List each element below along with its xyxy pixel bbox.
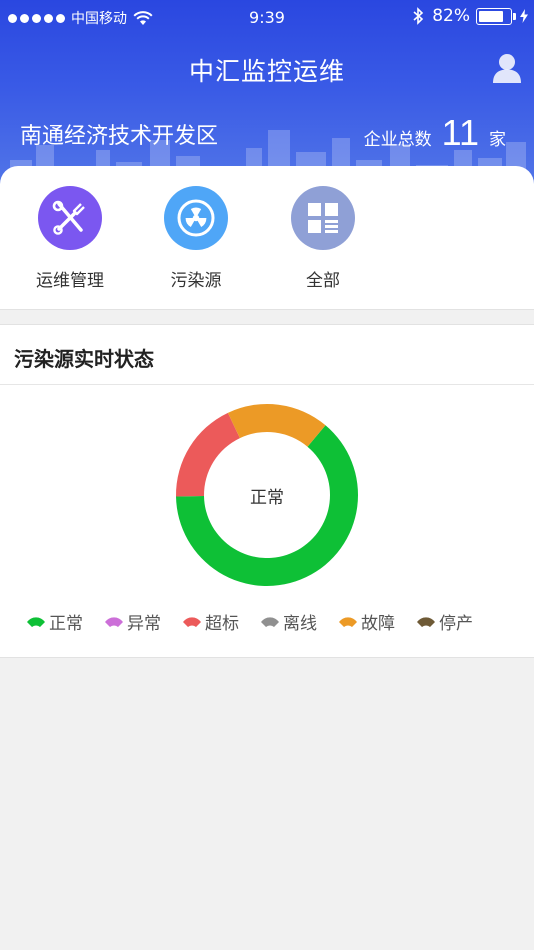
chart-legend: 正常 异常 超标 离线 故障 停产 [26, 609, 473, 634]
legend-label: 正常 [49, 614, 83, 634]
menu-item-all[interactable]: 全部 [268, 186, 378, 291]
section-title: 污染源实时状态 [14, 347, 154, 371]
legend-swatch-icon [417, 616, 435, 627]
menu-icon-circle [164, 186, 228, 250]
pollution-status-card: 污染源实时状态 正常 正常 异常 超标 离线 故障 停产 [0, 324, 534, 658]
battery-icon [476, 7, 512, 25]
tools-icon [52, 200, 85, 235]
user-profile-icon[interactable] [492, 52, 522, 84]
legend-swatch-icon [261, 616, 279, 627]
legend-item[interactable]: 故障 [338, 609, 395, 634]
menu-item-pollution-source[interactable]: 污染源 [141, 186, 251, 291]
battery-percentage: 82% [432, 6, 470, 26]
legend-item[interactable]: 正常 [26, 609, 83, 634]
enterprise-count: 企业总数 11 家 [364, 112, 506, 154]
legend-swatch-icon [183, 616, 201, 627]
legend-label: 异常 [127, 614, 161, 634]
zone-name: 南通经济技术开发区 [20, 124, 219, 149]
enterprise-count-unit: 家 [489, 130, 506, 150]
menu-icon-circle [291, 186, 355, 250]
radiation-icon [177, 199, 215, 237]
legend-item[interactable]: 停产 [416, 609, 473, 634]
page-title: 中汇监控运维 [188, 57, 345, 86]
enterprise-count-label: 企业总数 [363, 130, 432, 150]
charging-icon [520, 9, 528, 23]
legend-item[interactable]: 异常 [104, 609, 161, 634]
legend-swatch-icon [339, 616, 357, 627]
legend-swatch-icon [27, 616, 45, 627]
menu-item-maintenance[interactable]: 运维管理 [15, 186, 125, 291]
menu-label: 污染源 [170, 271, 222, 291]
legend-swatch-icon [105, 616, 123, 627]
legend-label: 超标 [205, 614, 239, 634]
legend-label: 停产 [439, 614, 473, 634]
donut-center-label: 正常 [250, 488, 284, 508]
menu-label: 全部 [306, 271, 340, 291]
grid-icon [308, 203, 338, 233]
legend-label: 故障 [361, 614, 395, 634]
donut-slice-4[interactable] [227, 404, 326, 447]
menu-icon-circle [38, 186, 102, 250]
bluetooth-icon [413, 7, 424, 25]
legend-label: 离线 [283, 614, 317, 634]
divider [0, 384, 534, 385]
enterprise-count-value: 11 [441, 112, 479, 153]
status-bar: 中国移动 9:39 82% [0, 0, 534, 36]
quick-menu: 运维管理 污染源 全部 [0, 166, 534, 310]
legend-item[interactable]: 离线 [260, 609, 317, 634]
menu-label: 运维管理 [36, 271, 104, 291]
legend-item[interactable]: 超标 [182, 609, 239, 634]
